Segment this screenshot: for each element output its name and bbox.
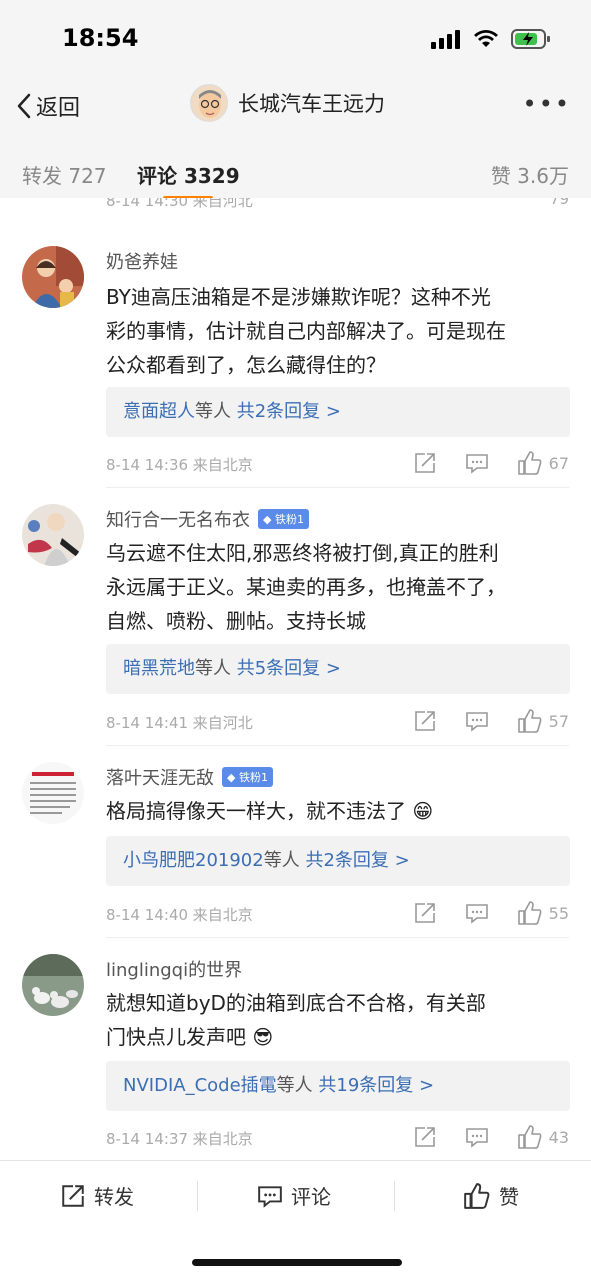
fan-badge: ◆ 铁粉1 (258, 509, 309, 529)
like-action[interactable]: 43 (517, 1124, 569, 1150)
comment-actions: 55 (413, 900, 569, 926)
comment-text: 乌云遮不住太阳,邪恶终将被打倒,真正的胜利 永远属于正义。某迪卖的再多，也掩盖不… (106, 541, 506, 633)
like-action[interactable]: 67 (517, 450, 569, 476)
comment-meta: 8-14 14:41 来自河北 (106, 714, 253, 732)
fan-badge: ◆ 铁粉1 (222, 767, 273, 787)
comment-icon[interactable] (465, 709, 489, 733)
like-action[interactable]: 55 (517, 900, 569, 926)
wifi-icon (474, 30, 498, 47)
comment-item: linglingqi的世界 就想知道byD的油箱到底合不合格，有关部 门快点儿发… (0, 938, 591, 1160)
nav-title-text: 长城汽车王远力 (238, 92, 385, 116)
username[interactable]: 奶爸养娃 (106, 248, 178, 274)
tab-bar: 转发 727 评论 3329 赞 3.6万 (0, 140, 591, 204)
back-button[interactable]: 返回 (16, 90, 80, 122)
divider (394, 1181, 395, 1211)
username[interactable]: 落叶天涯无敌 ◆ 铁粉1 (106, 764, 273, 790)
comment-item: 知行合一无名布衣 ◆ 铁粉1 乌云遮不住太阳,邪恶终将被打倒,真正的胜利 永远属… (0, 488, 591, 746)
back-label: 返回 (36, 96, 81, 121)
comment-item: 奶爸养娃 BY迪高压油箱是不是涉嫌欺诈呢？这种不光 彩的事情，估计就自己内部解决… (0, 220, 591, 488)
chevron-left-icon (17, 93, 31, 119)
share-icon[interactable] (413, 901, 437, 925)
tab-like[interactable]: 赞 3.6万 (491, 160, 569, 189)
thumbs-up-icon (517, 901, 542, 925)
comment-text: 格局搞得像天一样大，就不违法了 😁 (106, 799, 434, 823)
tab-comment[interactable]: 评论 3329 (137, 160, 240, 189)
comment-button[interactable]: 评论 (257, 1181, 331, 1210)
comment-text: 就想知道byD的油箱到底合不合格，有关部 门快点儿发声吧 😎 (106, 991, 486, 1049)
comment-actions: 67 (413, 450, 569, 476)
avatar[interactable] (22, 504, 84, 566)
username[interactable]: linglingqi的世界 (106, 956, 242, 982)
nav-bar: 返回 长城汽车王远力 ••• (0, 78, 591, 136)
thumbs-up-icon (517, 451, 542, 475)
share-icon[interactable] (413, 451, 437, 475)
comment-meta: 8-14 14:36 来自北京 (106, 456, 253, 474)
comment-meta: 8-14 14:40 来自北京 (106, 906, 253, 924)
comment-item: 落叶天涯无敌 ◆ 铁粉1 格局搞得像天一样大，就不违法了 😁 小鸟肥肥20190… (0, 746, 591, 938)
share-icon (62, 1184, 84, 1207)
comment-text: BY迪高压油箱是不是涉嫌欺诈呢？这种不光 彩的事情，估计就自己内部解决了。可是现… (106, 285, 506, 377)
author-avatar[interactable] (190, 84, 228, 122)
share-icon[interactable] (413, 1125, 437, 1149)
thumbs-up-icon (517, 1125, 542, 1149)
thumbs-up-icon (517, 709, 542, 733)
signal-icon (431, 30, 460, 49)
more-icon[interactable]: ••• (523, 90, 571, 118)
thumbs-up-icon (464, 1182, 490, 1209)
status-icons (431, 28, 551, 50)
like-action[interactable]: 57 (517, 708, 569, 734)
comment-actions: 57 (413, 708, 569, 734)
username[interactable]: 知行合一无名布衣 ◆ 铁粉1 (106, 506, 309, 532)
avatar[interactable] (22, 246, 84, 308)
comment-meta: 8-14 14:37 来自北京 (106, 1130, 253, 1148)
comment-actions: 43 (413, 1124, 569, 1150)
battery-icon (511, 29, 550, 49)
home-indicator (192, 1259, 402, 1266)
like-button[interactable]: 赞 (463, 1181, 519, 1210)
avatar[interactable] (22, 762, 84, 824)
avatar[interactable] (22, 954, 84, 1016)
comment-icon[interactable] (465, 901, 489, 925)
status-bar: 18:54 (0, 0, 591, 78)
status-time: 18:54 (62, 24, 139, 52)
reply-summary[interactable]: 暗黑荒地等人 共5条回复 > (106, 644, 570, 694)
reply-summary[interactable]: 小鸟肥肥201902等人 共2条回复 > (106, 836, 570, 886)
comment-icon[interactable] (465, 1125, 489, 1149)
partial-comment-meta: 8-14 14:30 来自河北 79 (0, 198, 591, 220)
repost-button[interactable]: 转发 (60, 1181, 134, 1210)
divider (197, 1181, 198, 1211)
comment-icon (258, 1185, 282, 1208)
reply-summary[interactable]: 意面超人等人 共2条回复 > (106, 387, 570, 437)
reply-summary[interactable]: NVIDIA_Code插電等人 共19条回复 > (106, 1061, 570, 1111)
share-icon[interactable] (413, 709, 437, 733)
nav-title[interactable]: 长城汽车王远力 (190, 84, 385, 122)
partial-meta-text: 8-14 14:30 来自河北 (106, 198, 253, 210)
tab-repost[interactable]: 转发 727 (22, 160, 107, 189)
partial-likes: 79 (549, 198, 569, 208)
comment-icon[interactable] (465, 451, 489, 475)
